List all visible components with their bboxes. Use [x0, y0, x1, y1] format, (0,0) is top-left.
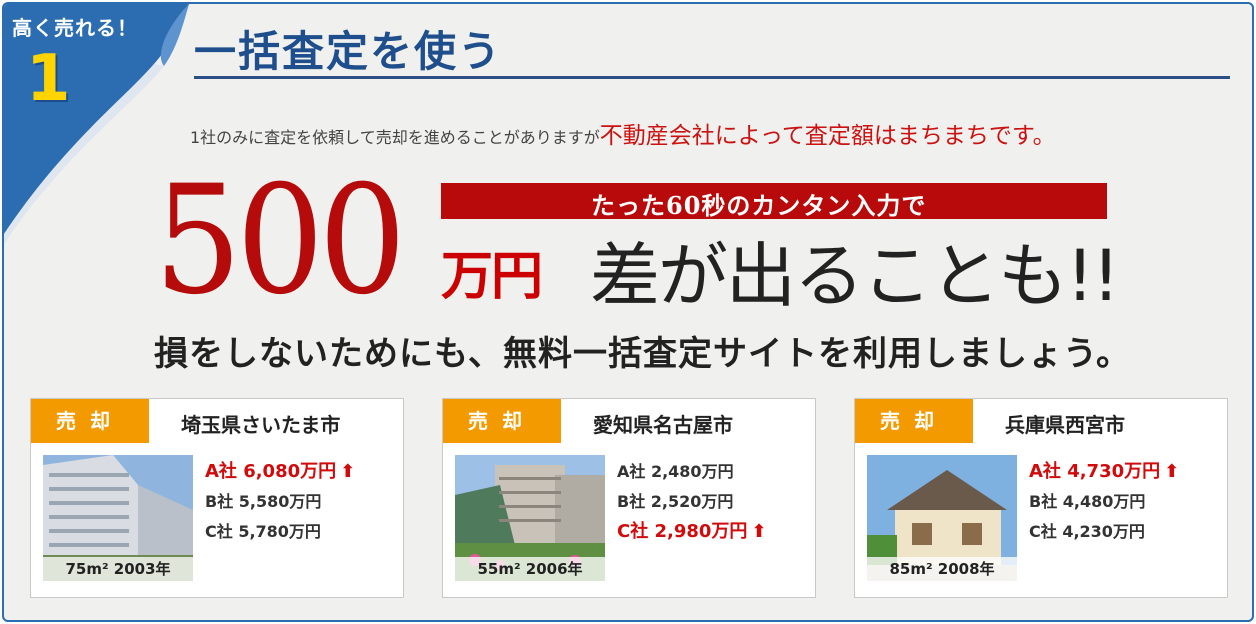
quote-list: A社 6,080万円 ⬆ B社 5,580万円 C社 5,780万円	[205, 457, 355, 547]
quote-a: A社 2,480万円	[617, 462, 734, 481]
section-heading: 一括査定を使う	[194, 27, 503, 76]
sale-card-nagoya: 売却 愛知県名古屋市 55m² 2006年 A社 2,480万円 B社 2,52…	[442, 398, 816, 598]
badge-label: 高く売れる！	[12, 16, 138, 40]
hero-number: 500	[154, 154, 406, 328]
photo-caption: 85m² 2008年	[867, 557, 1017, 581]
quote-a-text: A社 4,730万円	[1029, 461, 1161, 482]
quote-list: A社 4,730万円 ⬆ B社 4,480万円 C社 4,230万円	[1029, 457, 1179, 547]
up-arrow-icon: ⬆	[340, 461, 356, 482]
house-photo: 85m² 2008年	[867, 455, 1017, 581]
sale-tag: 売却	[855, 399, 973, 443]
sale-card-saitama: 売却 埼玉県さいたま市 75m² 2003年 A社 6,080万円 ⬆ B社 5,…	[30, 398, 404, 598]
recommendation-panel: 高く売れる！ 1 一括査定を使う 1社のみに査定を依頼して売却を進めることがあり…	[2, 2, 1254, 622]
quote-b: B社 5,580万円	[205, 492, 322, 511]
up-arrow-icon: ⬆	[751, 521, 767, 542]
up-arrow-icon: ⬆	[1164, 461, 1180, 482]
building-photo: 55m² 2006年	[455, 455, 605, 581]
quote-b: B社 2,520万円	[617, 492, 734, 511]
quote-b: B社 4,480万円	[1029, 492, 1146, 511]
badge-number: 1	[26, 42, 71, 116]
heading-underline	[194, 76, 1230, 79]
subheading: 損をしないためにも、無料一括査定サイトを利用しましょう。	[154, 334, 1131, 374]
quote-c-text: C社 2,980万円	[617, 521, 748, 542]
quote-c: C社 2,980万円 ⬆	[617, 517, 767, 547]
photo-caption: 55m² 2006年	[455, 557, 605, 581]
sale-card-nishinomiya: 売却 兵庫県西宮市 85m² 2008年 A社 4,730万円 ⬆ B社 4,48…	[854, 398, 1228, 598]
quote-c: C社 4,230万円	[1029, 522, 1145, 541]
card-city: 愛知県名古屋市	[593, 413, 733, 437]
hero-unit: 万円	[441, 247, 543, 307]
building-photo: 75m² 2003年	[43, 455, 193, 581]
hero-banner: たった60秒のカンタン入力で	[441, 183, 1107, 220]
sale-tag: 売却	[443, 399, 561, 443]
hero-banner-text: たった60秒のカンタン入力で	[591, 191, 927, 220]
card-city: 兵庫県西宮市	[1005, 413, 1125, 437]
quote-list: A社 2,480万円 B社 2,520万円 C社 2,980万円 ⬆	[617, 457, 767, 547]
hero-caption: 差が出ることも!!	[590, 235, 1120, 317]
quote-c: C社 5,780万円	[205, 522, 321, 541]
intro-text: 1社のみに査定を依頼して売却を進めることがありますが不動産会社によって査定額はま…	[190, 116, 1056, 150]
quote-a: A社 6,080万円 ⬆	[205, 457, 355, 487]
intro-normal-text: 1社のみに査定を依頼して売却を進めることがありますが	[190, 128, 600, 147]
quote-a-text: A社 6,080万円	[205, 461, 337, 482]
intro-highlight-text: 不動産会社によって査定額はまちまちです。	[599, 123, 1056, 149]
sale-tag: 売却	[31, 399, 149, 443]
quote-a: A社 4,730万円 ⬆	[1029, 457, 1179, 487]
card-city: 埼玉県さいたま市	[181, 413, 341, 437]
photo-caption: 75m² 2003年	[43, 557, 193, 581]
